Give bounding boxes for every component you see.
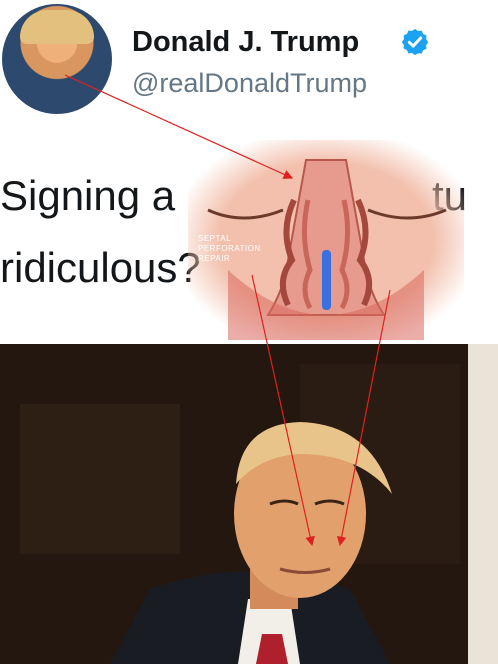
display-name[interactable]: Donald J. Trump [132,26,359,59]
overlay-label-line-2: PERFORATION [198,244,261,253]
nasal-diagram-overlay: SEPTAL PERFORATION REPAIR [188,140,464,340]
avatar-hair [20,10,94,44]
tweet-text-line-2: ridiculous? [0,244,201,291]
overlay-label-line-1: SEPTAL [198,234,232,243]
tweet-photo-illustration [0,344,498,664]
tweet-photo[interactable] [0,344,498,664]
overlay-label-line-3: REPAIR [198,254,231,263]
verified-badge-icon [401,28,429,56]
profile-avatar[interactable] [2,4,112,114]
tweet-text-line-1: Signing a [0,172,176,219]
user-handle[interactable]: @realDonaldTrump [132,68,367,99]
